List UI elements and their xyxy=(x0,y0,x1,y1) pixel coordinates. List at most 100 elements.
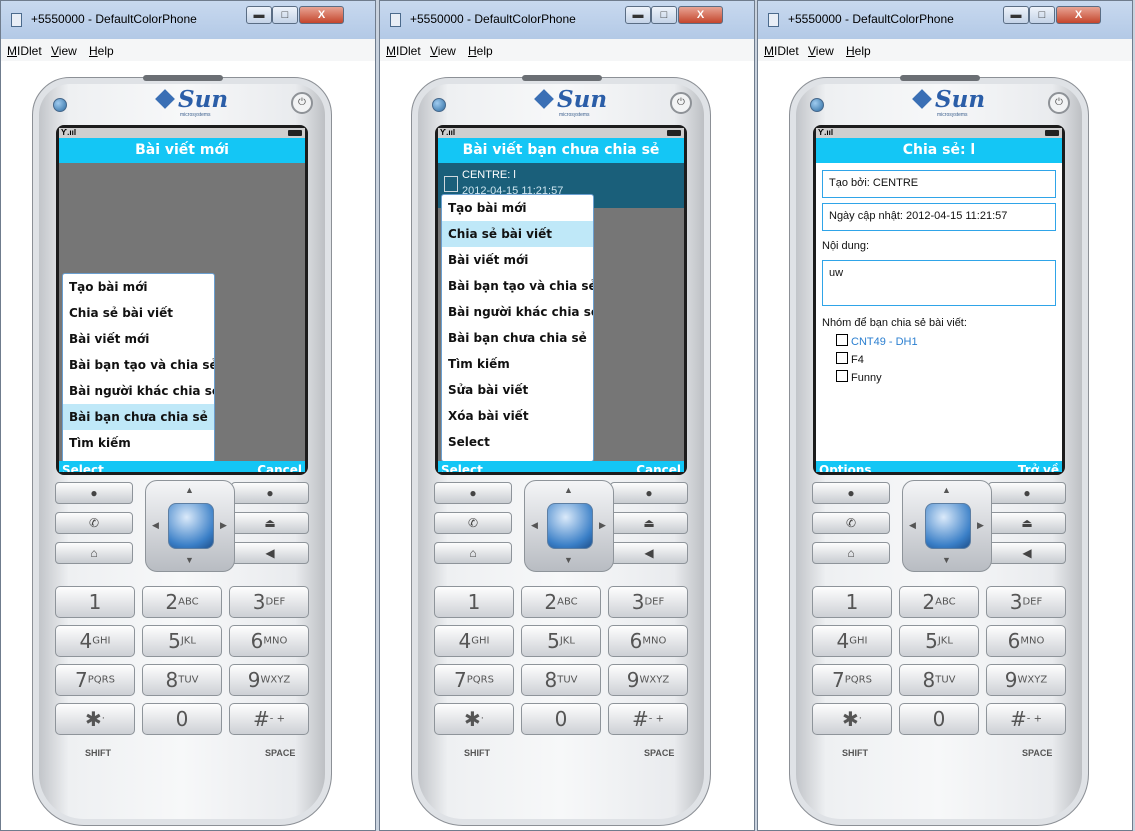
number-key[interactable]: 7PQRS xyxy=(812,664,892,696)
end-call-button[interactable]: ⏏ xyxy=(231,512,309,534)
call-button[interactable]: ✆ xyxy=(434,512,512,534)
number-key[interactable]: 5JKL xyxy=(142,625,222,657)
number-key[interactable]: 8TUV xyxy=(521,664,601,696)
maximize-button[interactable]: □ xyxy=(651,6,677,24)
down-arrow-icon[interactable]: ▼ xyxy=(942,555,951,565)
number-key[interactable]: 6MNO xyxy=(229,625,309,657)
number-key[interactable]: #- + xyxy=(229,703,309,735)
created-by-field[interactable]: Tạo bởi: CENTRE xyxy=(822,170,1056,198)
number-key[interactable]: 9WXYZ xyxy=(229,664,309,696)
menu-item[interactable]: Tìm kiếm xyxy=(63,430,214,456)
right-softkey-label[interactable]: Cancel xyxy=(257,463,302,472)
up-arrow-icon[interactable]: ▲ xyxy=(564,485,573,495)
right-arrow-icon[interactable]: ▶ xyxy=(599,520,606,531)
number-key[interactable]: 9WXYZ xyxy=(608,664,688,696)
number-key[interactable]: ✱· xyxy=(434,703,514,735)
directional-pad[interactable]: ▲ ▼ ◀ ▶ xyxy=(145,480,235,572)
menu-item[interactable]: Bài bạn tạo và chia sẻ xyxy=(63,352,214,378)
number-key[interactable]: 3DEF xyxy=(608,586,688,618)
right-softkey-label[interactable]: Trở về xyxy=(1018,463,1059,472)
up-arrow-icon[interactable]: ▲ xyxy=(185,485,194,495)
right-arrow-icon[interactable]: ▶ xyxy=(977,520,984,531)
menu-item[interactable]: Bài người khác chia sẻ xyxy=(63,378,214,404)
home-button[interactable]: ⌂ xyxy=(434,542,512,564)
title-bar[interactable]: +5550000 - DefaultColorPhone ▬ □ X xyxy=(1,1,375,39)
menu-item[interactable]: Chia sẻ bài viết xyxy=(63,300,214,326)
number-key[interactable]: #- + xyxy=(608,703,688,735)
menu-midlet[interactable]: MIDlet xyxy=(386,44,421,58)
group-checkbox[interactable]: F4 xyxy=(836,352,864,366)
number-key[interactable]: 6MNO xyxy=(986,625,1066,657)
number-key[interactable]: ✱· xyxy=(55,703,135,735)
menu-item[interactable]: Bài bạn chưa chia sẻ xyxy=(63,404,214,430)
menu-view[interactable]: View xyxy=(430,44,456,58)
menu-item[interactable]: Xóa bài viết xyxy=(442,403,593,429)
maximize-button[interactable]: □ xyxy=(272,6,298,24)
menu-item[interactable]: Tìm kiếm xyxy=(442,351,593,377)
left-soft-key[interactable]: ● xyxy=(434,482,512,504)
checkbox-box[interactable] xyxy=(836,334,848,346)
number-key[interactable]: 6MNO xyxy=(608,625,688,657)
down-arrow-icon[interactable]: ▼ xyxy=(564,555,573,565)
number-key[interactable]: 2ABC xyxy=(521,586,601,618)
menu-item[interactable]: Bài viết mới xyxy=(63,326,214,352)
clear-button[interactable]: ◀ xyxy=(988,542,1066,564)
number-key[interactable]: 7PQRS xyxy=(55,664,135,696)
menu-item[interactable]: Select xyxy=(442,429,593,455)
group-checkbox[interactable]: CNT49 - DH1 xyxy=(836,334,918,348)
close-button[interactable]: X xyxy=(1056,6,1101,24)
number-key[interactable]: 3DEF xyxy=(229,586,309,618)
end-call-button[interactable]: ⏏ xyxy=(988,512,1066,534)
menu-item[interactable]: Bài bạn tạo và chia sẻ xyxy=(442,273,593,299)
right-soft-key[interactable]: ● xyxy=(988,482,1066,504)
number-key[interactable]: 0 xyxy=(142,703,222,735)
menu-item[interactable]: Tạo bài mới xyxy=(63,274,214,300)
number-key[interactable]: #- + xyxy=(986,703,1066,735)
select-center-button[interactable] xyxy=(547,503,593,549)
title-bar[interactable]: +5550000 - DefaultColorPhone ▬ □ X xyxy=(380,1,754,39)
menu-item[interactable]: Bài người khác chia sẻ xyxy=(442,299,593,325)
call-button[interactable]: ✆ xyxy=(812,512,890,534)
number-key[interactable]: 4GHI xyxy=(434,625,514,657)
number-key[interactable]: 8TUV xyxy=(142,664,222,696)
number-key[interactable]: 9WXYZ xyxy=(986,664,1066,696)
menu-item[interactable]: Bài viết mới xyxy=(442,247,593,273)
content-field[interactable]: uw xyxy=(822,260,1056,306)
left-soft-key[interactable]: ● xyxy=(812,482,890,504)
menu-midlet[interactable]: MIDlet xyxy=(7,44,42,58)
menu-help[interactable]: Help xyxy=(468,44,493,58)
group-checkbox[interactable]: Funny xyxy=(836,370,882,384)
left-arrow-icon[interactable]: ◀ xyxy=(531,520,538,531)
number-key[interactable]: ✱· xyxy=(812,703,892,735)
title-bar[interactable]: +5550000 - DefaultColorPhone ▬ □ X xyxy=(758,1,1132,39)
home-button[interactable]: ⌂ xyxy=(55,542,133,564)
call-button[interactable]: ✆ xyxy=(55,512,133,534)
number-key[interactable]: 1 xyxy=(812,586,892,618)
select-center-button[interactable] xyxy=(168,503,214,549)
close-button[interactable]: X xyxy=(678,6,723,24)
right-soft-key[interactable]: ● xyxy=(231,482,309,504)
number-key[interactable]: 4GHI xyxy=(812,625,892,657)
menu-midlet[interactable]: MIDlet xyxy=(764,44,799,58)
number-key[interactable]: 7PQRS xyxy=(434,664,514,696)
minimize-button[interactable]: ▬ xyxy=(246,6,272,24)
up-arrow-icon[interactable]: ▲ xyxy=(942,485,951,495)
left-softkey-label[interactable]: Options xyxy=(819,463,872,472)
number-key[interactable]: 5JKL xyxy=(899,625,979,657)
directional-pad[interactable]: ▲ ▼ ◀ ▶ xyxy=(524,480,614,572)
menu-help[interactable]: Help xyxy=(846,44,871,58)
number-key[interactable]: 5JKL xyxy=(521,625,601,657)
left-softkey-label[interactable]: Select xyxy=(62,463,104,472)
left-softkey-label[interactable]: Select xyxy=(441,463,483,472)
menu-help[interactable]: Help xyxy=(89,44,114,58)
menu-item[interactable]: Chia sẻ bài viết xyxy=(442,221,593,247)
end-call-button[interactable]: ⏏ xyxy=(610,512,688,534)
close-button[interactable]: X xyxy=(299,6,344,24)
number-key[interactable]: 2ABC xyxy=(142,586,222,618)
minimize-button[interactable]: ▬ xyxy=(625,6,651,24)
number-key[interactable]: 1 xyxy=(434,586,514,618)
menu-view[interactable]: View xyxy=(808,44,834,58)
menu-item[interactable]: Tạo bài mới xyxy=(442,195,593,221)
directional-pad[interactable]: ▲ ▼ ◀ ▶ xyxy=(902,480,992,572)
number-key[interactable]: 2ABC xyxy=(899,586,979,618)
